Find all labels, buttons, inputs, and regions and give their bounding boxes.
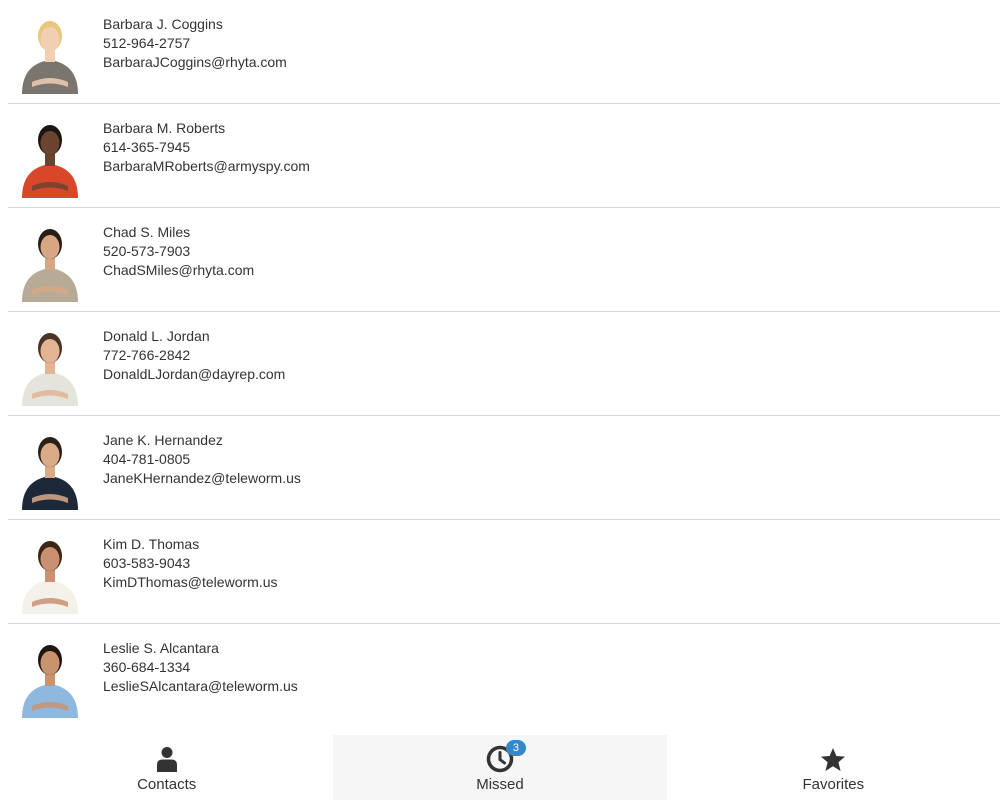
- tab-label: Favorites: [802, 776, 865, 793]
- contact-row[interactable]: Donald L. Jordan 772-766-2842 DonaldLJorda…: [8, 312, 1000, 416]
- tab-favorites[interactable]: Favorites: [666, 735, 1000, 800]
- app: Barbara J. Coggins 512-964-2757 BarbaraJCo…: [0, 0, 1000, 800]
- contact-photo: [18, 532, 82, 614]
- contact-photo: [18, 12, 82, 94]
- contact-email: BarbaraJCoggins@rhyta.com: [103, 54, 287, 70]
- contact-phone: 512-964-2757: [103, 35, 191, 51]
- contact-info: Barbara M. Roberts 614-365-7945 BarbaraMRo…: [103, 119, 310, 176]
- contact-photo: [18, 116, 82, 198]
- contact-email: KimDThomas@teleworm.us: [103, 574, 278, 590]
- contact-phone: 614-365-7945: [103, 139, 191, 155]
- clock-icon: 3: [486, 740, 526, 773]
- contact-info: Jane K. Hernandez 404-781-0805 JaneKHernan…: [103, 431, 301, 488]
- tab-label: Missed: [476, 776, 524, 793]
- contact-photo: [18, 428, 82, 510]
- contact-name: Jane K. Hernandez: [103, 432, 223, 448]
- contact-info: Chad S. Miles 520-573-7903 ChadSMiles@rhyt…: [103, 223, 254, 280]
- contact-row[interactable]: Leslie S. Alcantara 360-684-1334 LeslieSAl…: [8, 624, 1000, 728]
- contact-phone: 603-583-9043: [103, 555, 191, 571]
- contact-row[interactable]: Kim D. Thomas 603-583-9043 KimDThomas@tele…: [8, 520, 1000, 624]
- contact-info: Barbara J. Coggins 512-964-2757 BarbaraJCo…: [103, 15, 287, 72]
- contact-info: Kim D. Thomas 603-583-9043 KimDThomas@tele…: [103, 535, 277, 592]
- tab-missed[interactable]: 3 Missed: [333, 735, 667, 800]
- contact-row[interactable]: Jane K. Hernandez 404-781-0805 JaneKHernan…: [8, 416, 1000, 520]
- contact-phone: 360-684-1334: [103, 659, 191, 675]
- contact-row[interactable]: Barbara J. Coggins 512-964-2757 BarbaraJCo…: [8, 0, 1000, 104]
- contact-phone: 404-781-0805: [103, 451, 191, 467]
- contact-name: Barbara J. Coggins: [103, 16, 223, 32]
- tab-contacts[interactable]: Contacts: [0, 735, 334, 800]
- contact-row[interactable]: Chad S. Miles 520-573-7903 ChadSMiles@rhyt…: [8, 208, 1000, 312]
- contact-photo: [18, 220, 82, 302]
- contact-email: LeslieSAlcantara@teleworm.us: [103, 678, 298, 694]
- contact-email: JaneKHernandez@teleworm.us: [103, 470, 301, 486]
- contact-name: Kim D. Thomas: [103, 536, 200, 552]
- star-icon: [819, 745, 847, 773]
- contact-list: Barbara J. Coggins 512-964-2757 BarbaraJCo…: [8, 0, 1000, 735]
- missed-count-badge: 3: [505, 740, 526, 756]
- contact-info: Donald L. Jordan 772-766-2842 DonaldLJorda…: [103, 327, 285, 384]
- contact-phone: 772-766-2842: [103, 347, 191, 363]
- contact-email: DonaldLJordan@dayrep.com: [103, 366, 286, 382]
- contact-info: Leslie S. Alcantara 360-684-1334 LeslieSAl…: [103, 639, 298, 696]
- contact-photo: [18, 636, 82, 718]
- tab-label: Contacts: [137, 776, 197, 793]
- contact-name: Barbara M. Roberts: [103, 120, 226, 136]
- contact-name: Chad S. Miles: [103, 224, 191, 240]
- contact-name: Leslie S. Alcantara: [103, 640, 219, 656]
- contact-row[interactable]: Barbara M. Roberts 614-365-7945 BarbaraMRo…: [8, 104, 1000, 208]
- contact-email: BarbaraMRoberts@armyspy.com: [103, 158, 310, 174]
- contact-photo: [18, 324, 82, 406]
- contact-phone: 520-573-7903: [103, 243, 191, 259]
- tab-bar: Contacts 3 Missed Favorites: [0, 735, 1000, 800]
- person-icon: [153, 745, 181, 773]
- contact-name: Donald L. Jordan: [103, 328, 210, 344]
- contact-email: ChadSMiles@rhyta.com: [103, 262, 255, 278]
